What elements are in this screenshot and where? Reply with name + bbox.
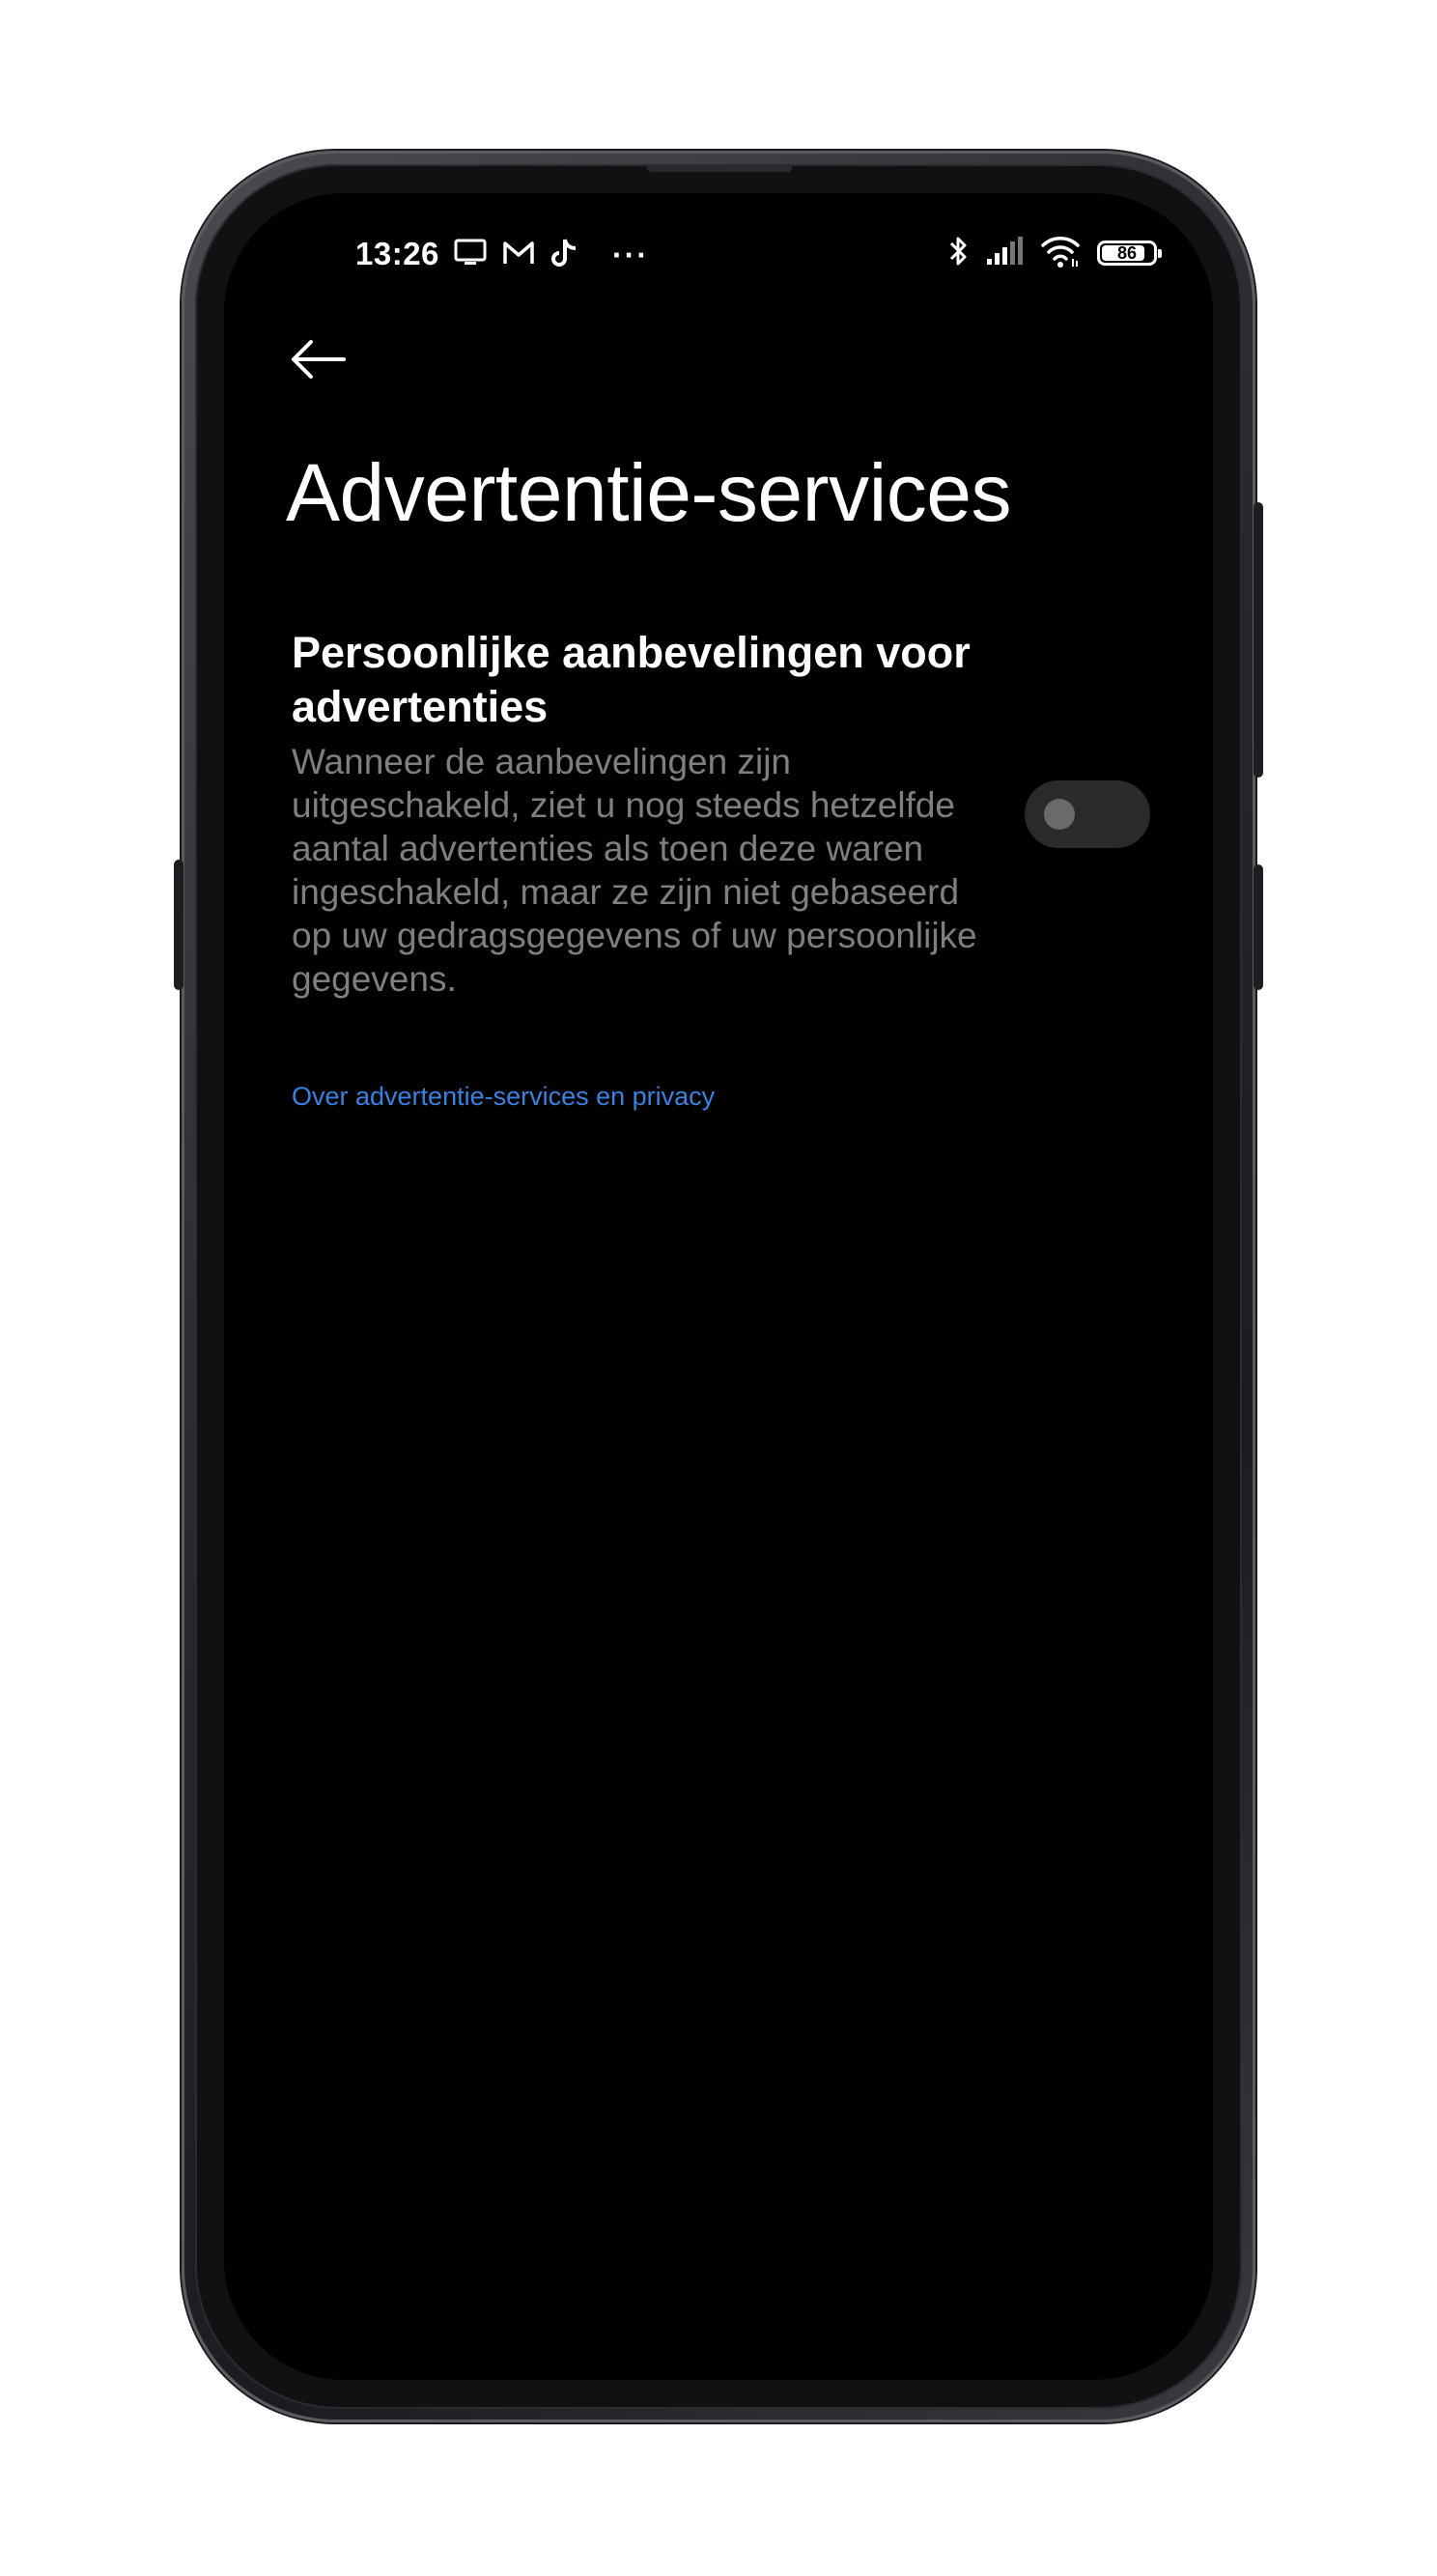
bluetooth-icon xyxy=(946,234,970,273)
volume-button-right xyxy=(1254,864,1263,990)
battery-icon: 86 xyxy=(1097,241,1162,266)
screen-cast-icon xyxy=(454,239,487,272)
toggle-knob xyxy=(1044,799,1075,830)
wifi-icon xyxy=(1039,234,1082,273)
personal-ads-toggle[interactable] xyxy=(1025,780,1150,848)
system-icons: 86 xyxy=(946,234,1162,273)
ad-services-privacy-link[interactable]: Over advertentie-services en privacy xyxy=(292,1082,715,1112)
power-button-right xyxy=(1254,502,1263,778)
setting-description: Wanneer de aanbevelingen zijn uitgeschak… xyxy=(292,742,977,999)
status-time: 13:26 xyxy=(355,236,439,271)
notification-icons: ··· xyxy=(454,238,649,272)
tiktok-icon xyxy=(550,237,579,274)
status-bar: 13:26 ··· 86 xyxy=(211,228,1226,276)
cellular-signal-icon xyxy=(985,236,1024,271)
battery-level: 86 xyxy=(1116,242,1138,263)
more-notifications-icon: ··· xyxy=(612,237,649,272)
page-title: Advertentie-services xyxy=(286,447,1011,538)
arrow-left-icon xyxy=(288,338,348,385)
back-button[interactable] xyxy=(288,332,365,390)
setting-title: Persoonlijke aanbevelingen voor adverten… xyxy=(292,628,971,731)
gmail-icon xyxy=(502,239,535,272)
earpiece-speaker xyxy=(647,164,792,172)
volume-button-left xyxy=(174,860,183,990)
page: 13:26 ··· 86 Advertentie-services Persoo… xyxy=(0,0,1437,2576)
